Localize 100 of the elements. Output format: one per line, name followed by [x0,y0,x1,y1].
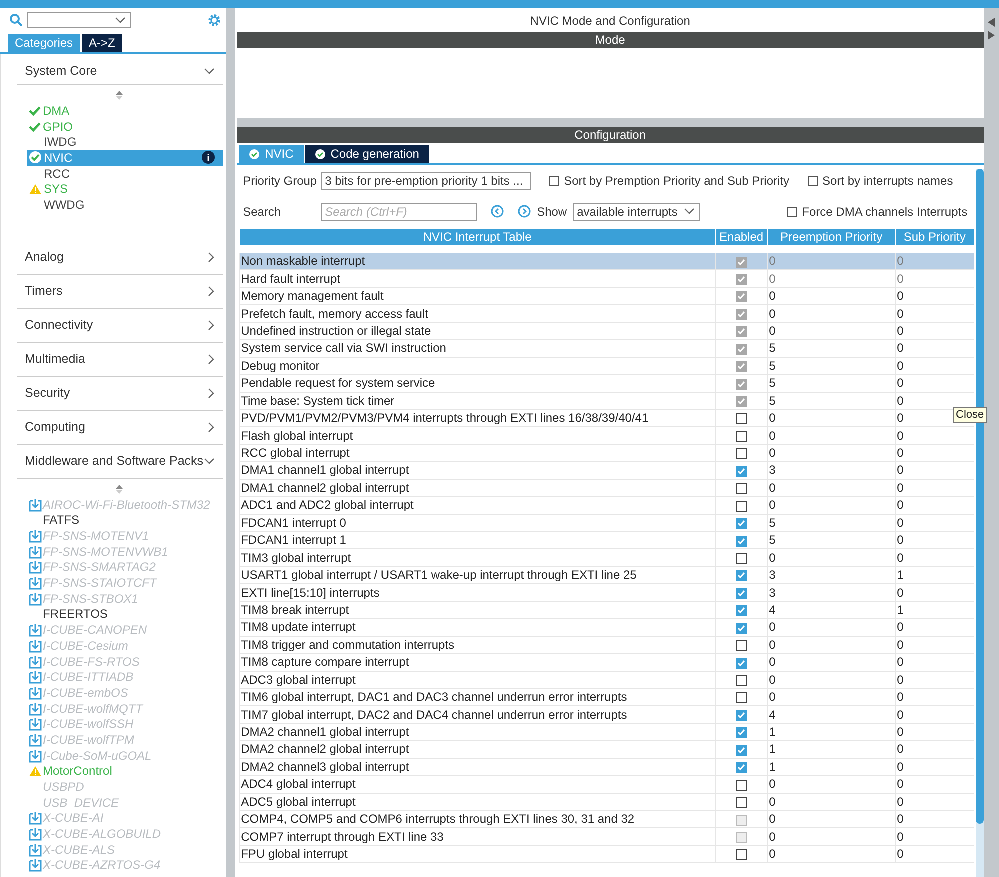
interrupt-row[interactable]: DMA1 channel2 global interrupt 0 0 [240,479,974,497]
checkbox[interactable] [736,552,748,564]
category-header[interactable]: System Core [17,58,223,85]
peripheral-item[interactable]: RCC [27,166,223,182]
table-cell: 0 [768,548,896,566]
table-cell: 0 [896,514,974,532]
interrupt-row[interactable]: TIM7 global interrupt, DAC2 and DAC4 channel underrun error interrupts 4 0 [240,706,974,724]
checkbox[interactable] [736,780,748,791]
software-pack-item[interactable]: FATFS [27,512,223,528]
interrupt-row[interactable]: ADC3 global interrupt 0 0 [240,671,974,688]
checkbox[interactable] [736,466,748,477]
peripheral-item[interactable]: IWDG [27,134,223,150]
info-icon[interactable] [202,151,215,164]
download-icon [29,623,42,638]
category-header[interactable]: Security [17,376,223,411]
download-icon [29,858,42,872]
download-icon [29,544,42,559]
checkbox[interactable] [736,797,748,808]
checkbox[interactable] [736,622,748,634]
interrupt-row[interactable]: DMA1 channel1 global interrupt 3 0 [240,462,974,480]
interrupt-row[interactable]: USART1 global interrupt / USART1 wake-up interrupt through EXTI line 25 3 1 [240,566,974,584]
config-tab[interactable]: Code generation [304,145,430,163]
checkbox[interactable] [736,518,748,530]
category-header[interactable]: Connectivity [17,308,223,343]
interrupt-row[interactable]: RCC global interrupt 0 0 [240,444,974,462]
interrupt-row[interactable]: FPU global interrupt 0 0 [240,845,974,863]
search-icon[interactable] [10,14,23,26]
download-icon [29,811,42,826]
software-pack-item[interactable]: FREERTOS [27,606,223,622]
splitter[interactable] [226,8,236,877]
checkbox[interactable] [736,448,748,460]
interrupt-row[interactable]: TIM8 capture compare interrupt 0 0 [240,654,974,671]
interrupt-row[interactable]: FDCAN1 interrupt 1 5 0 [240,532,974,549]
category-header[interactable]: Middleware and Software Packs [17,444,223,479]
table-cell: FPU global interrupt [240,845,716,863]
table-cell: 0 [896,740,974,758]
checkbox[interactable] [736,413,748,424]
checkbox[interactable] [736,605,748,616]
table-cell: TIM8 break interrupt [240,601,716,619]
checkbox[interactable] [736,500,748,512]
checkbox[interactable] [736,727,748,738]
interrupt-row[interactable]: DMA2 channel2 global interrupt 1 0 [240,740,974,758]
checkbox[interactable] [736,588,748,599]
table-cell: ADC4 global interrupt [240,776,716,794]
category-header[interactable]: Computing [17,410,223,445]
settings-icon[interactable] [207,12,222,28]
download-icon [29,748,42,763]
checkbox[interactable] [736,570,748,582]
show-dropdown[interactable]: available interrupts [573,202,700,220]
checkbox[interactable] [736,536,748,547]
download-icon [29,576,42,590]
interrupt-row[interactable]: FDCAN1 interrupt 0 5 0 [240,514,974,532]
interrupt-row[interactable]: ADC1 and ADC2 global interrupt 0 0 [240,496,974,514]
checkbox[interactable] [736,710,748,721]
category-header[interactable]: Analog [17,240,223,275]
interrupt-row[interactable]: DMA2 channel3 global interrupt 1 0 [240,758,974,776]
search-combo[interactable] [27,12,131,28]
interrupt-row[interactable]: TIM6 global interrupt, DAC1 and DAC3 channel underrun error interrupts 0 0 [240,688,974,706]
table-cell: 0 [896,793,974,810]
category-header[interactable]: Timers [17,274,223,309]
checkbox[interactable] [736,430,748,442]
checkbox[interactable] [736,744,748,756]
table-cell: 0 [896,532,974,549]
search-field[interactable]: Search (Ctrl+F) [321,202,478,220]
download-icon [29,686,42,700]
table-cell: 5 [768,514,896,532]
force-dma-checkbox[interactable]: Force DMA channels Interrupts [787,204,968,218]
table-cell: DMA2 channel3 global interrupt [240,758,716,776]
expand-arrow-icon[interactable] [988,31,995,40]
interrupt-row[interactable]: TIM3 global interrupt 0 0 [240,548,974,566]
table-cell: 0 [896,636,974,654]
checkbox[interactable] [736,483,748,494]
sort-checkbox[interactable]: Sort by interrupts names [808,174,954,188]
table-cell: 1 [768,723,896,741]
checkbox[interactable] [736,762,748,774]
collapse-arrow-icon[interactable] [988,18,995,27]
checkbox[interactable] [736,640,748,652]
checkbox[interactable] [736,658,748,669]
next-icon[interactable] [518,205,532,218]
interrupt-row[interactable]: EXTI line[15:10] interrupts 3 0 [240,584,974,602]
previous-icon[interactable] [491,205,504,218]
interrupt-row[interactable]: TIM8 update interrupt 0 0 [240,618,974,636]
interrupt-row[interactable]: ADC4 global interrupt 0 0 [240,776,974,794]
interrupt-row[interactable]: ADC5 global interrupt 0 0 [240,793,974,810]
interrupt-row[interactable]: TIM8 trigger and commutation interrupts 0 0 [240,636,974,654]
category-tab[interactable]: A->Z [82,34,122,52]
sort-checkbox[interactable]: Sort by Premption Priority and Sub Priority [549,174,790,188]
interrupt-row[interactable]: DMA2 channel1 global interrupt 1 0 [240,723,974,741]
table-cell: 4 [768,706,896,724]
interrupt-row[interactable]: Flash global interrupt 0 0 [240,426,974,444]
peripheral-item[interactable]: WWDG [27,197,223,213]
checkbox[interactable] [736,849,748,860]
priority-group-dropdown[interactable]: 3 bits for pre-emption priority 1 bits ... [321,172,532,190]
table-cell: Time base: System tick timer [240,392,716,410]
table-cell: TIM8 update interrupt [240,618,716,636]
category-header[interactable]: Multimedia [17,342,223,377]
table-cell: 0 [896,671,974,688]
interrupt-row[interactable]: TIM8 break interrupt 4 1 [240,601,974,619]
checkbox[interactable] [736,675,748,686]
checkbox[interactable] [736,692,748,704]
